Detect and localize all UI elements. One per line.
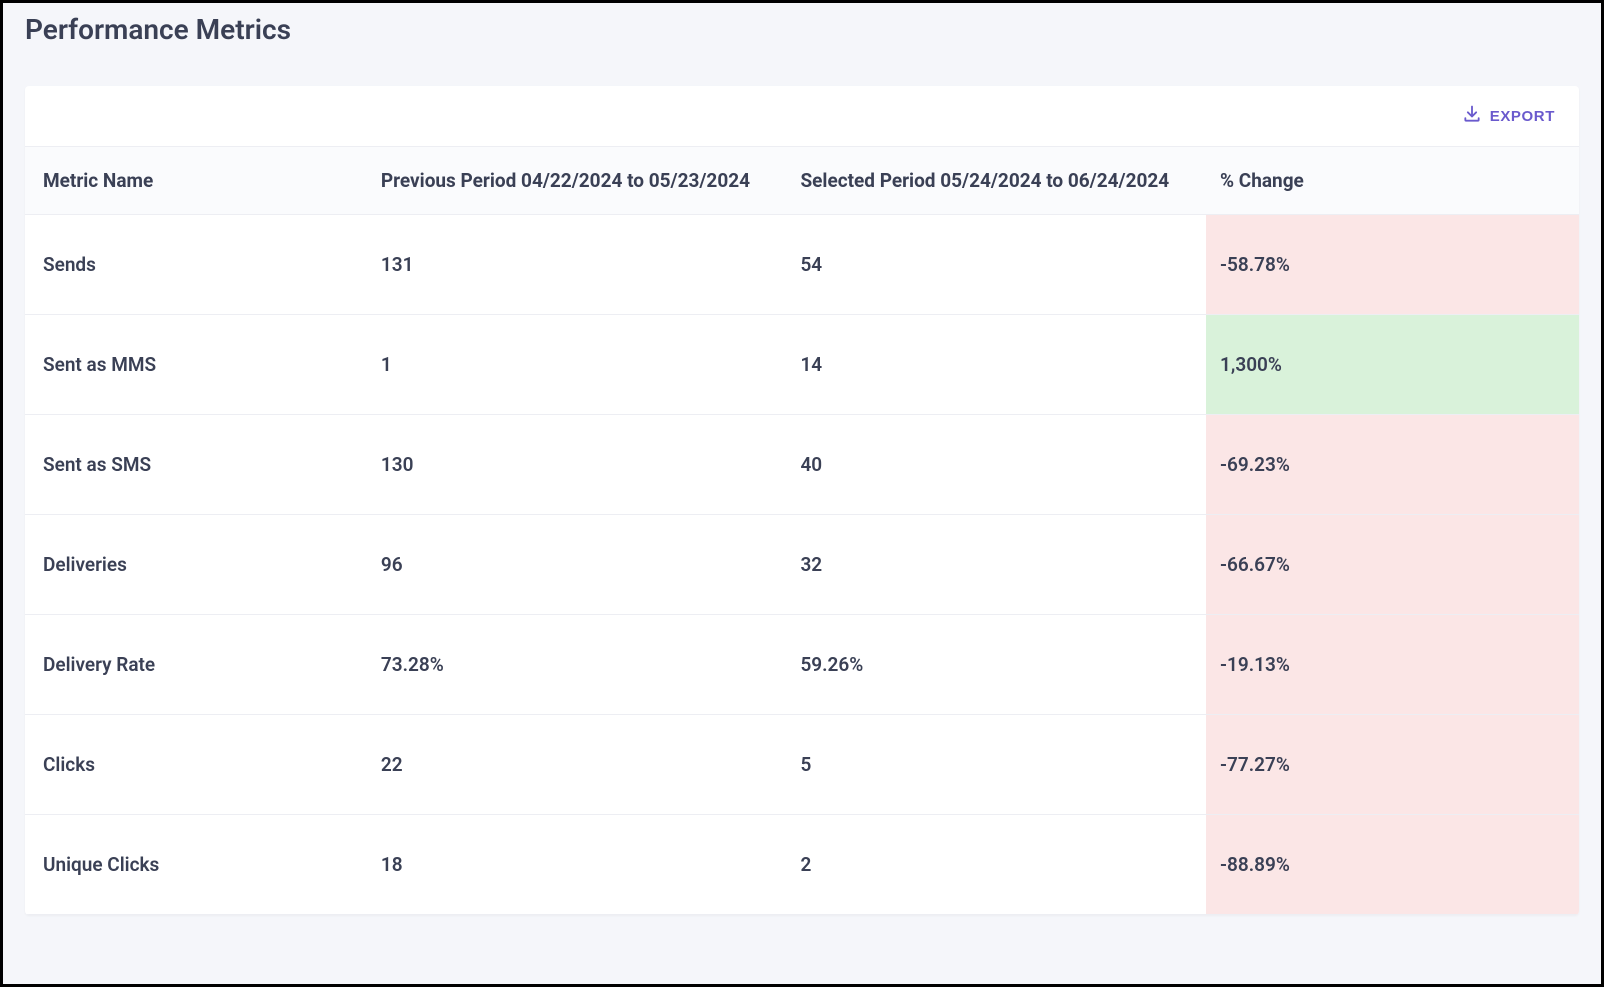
export-button-label: EXPORT	[1490, 108, 1555, 125]
selected-value-cell: 59.26%	[786, 615, 1206, 715]
table-row: Sent as SMS13040-69.23%	[25, 415, 1579, 515]
metrics-table-header-row: Metric Name Previous Period 04/22/2024 t…	[25, 147, 1579, 215]
previous-value-cell: 1	[367, 315, 787, 415]
metric-name-cell: Unique Clicks	[25, 815, 367, 915]
col-header-previous[interactable]: Previous Period 04/22/2024 to 05/23/2024	[367, 147, 787, 215]
selected-value-cell: 14	[786, 315, 1206, 415]
metrics-card: EXPORT Metric Name Previous Period 04/22…	[25, 86, 1579, 915]
metric-name-cell: Sent as MMS	[25, 315, 367, 415]
previous-value-cell: 22	[367, 715, 787, 815]
selected-value-cell: 32	[786, 515, 1206, 615]
table-row: Sends13154-58.78%	[25, 215, 1579, 315]
selected-value-cell: 5	[786, 715, 1206, 815]
table-row: Unique Clicks182-88.89%	[25, 815, 1579, 915]
download-icon	[1462, 104, 1482, 128]
percent-change-cell: -58.78%	[1206, 215, 1579, 315]
percent-change-cell: 1,300%	[1206, 315, 1579, 415]
table-row: Deliveries9632-66.67%	[25, 515, 1579, 615]
col-header-change[interactable]: % Change	[1206, 147, 1579, 215]
metric-name-cell: Delivery Rate	[25, 615, 367, 715]
table-row: Delivery Rate73.28%59.26%-19.13%	[25, 615, 1579, 715]
metric-name-cell: Deliveries	[25, 515, 367, 615]
percent-change-cell: -66.67%	[1206, 515, 1579, 615]
metric-name-cell: Sent as SMS	[25, 415, 367, 515]
export-button[interactable]: EXPORT	[1462, 104, 1555, 128]
table-row: Clicks225-77.27%	[25, 715, 1579, 815]
previous-value-cell: 18	[367, 815, 787, 915]
previous-value-cell: 131	[367, 215, 787, 315]
table-row: Sent as MMS1141,300%	[25, 315, 1579, 415]
page-title: Performance Metrics	[3, 3, 1601, 46]
selected-value-cell: 40	[786, 415, 1206, 515]
percent-change-cell: -19.13%	[1206, 615, 1579, 715]
previous-value-cell: 73.28%	[367, 615, 787, 715]
percent-change-cell: -88.89%	[1206, 815, 1579, 915]
selected-value-cell: 54	[786, 215, 1206, 315]
metric-name-cell: Sends	[25, 215, 367, 315]
col-header-metric[interactable]: Metric Name	[25, 147, 367, 215]
card-toolbar: EXPORT	[25, 86, 1579, 146]
previous-value-cell: 130	[367, 415, 787, 515]
percent-change-cell: -77.27%	[1206, 715, 1579, 815]
previous-value-cell: 96	[367, 515, 787, 615]
metrics-table: Metric Name Previous Period 04/22/2024 t…	[25, 146, 1579, 915]
selected-value-cell: 2	[786, 815, 1206, 915]
metric-name-cell: Clicks	[25, 715, 367, 815]
col-header-selected[interactable]: Selected Period 05/24/2024 to 06/24/2024	[786, 147, 1206, 215]
percent-change-cell: -69.23%	[1206, 415, 1579, 515]
